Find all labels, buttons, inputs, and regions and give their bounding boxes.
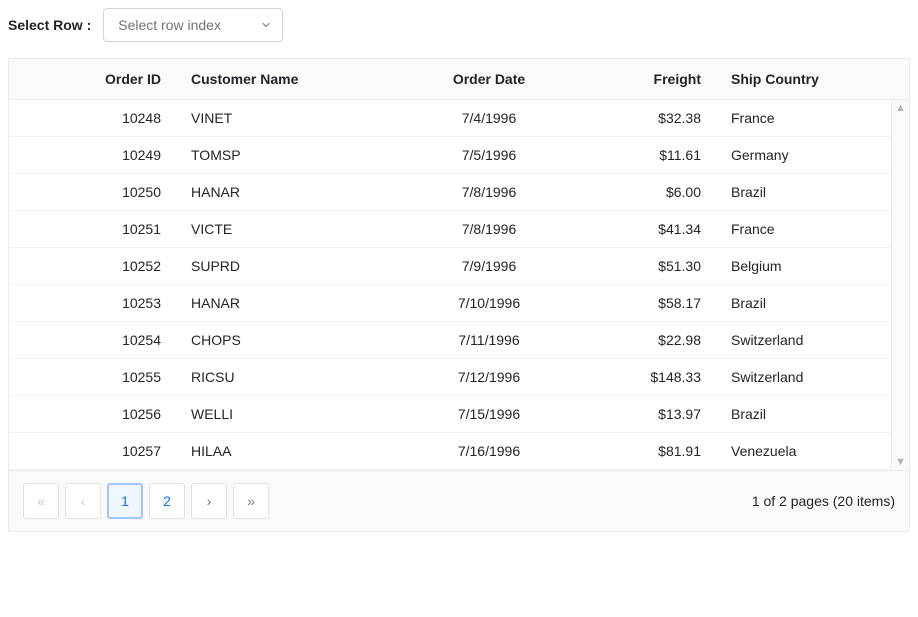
- pager-prev-button[interactable]: ‹: [65, 483, 101, 519]
- cell-customer: VICTE: [179, 211, 389, 248]
- cell-customer: HANAR: [179, 174, 389, 211]
- vertical-scrollbar[interactable]: ▲ ▼: [891, 100, 909, 470]
- dropdown-placeholder: Select row index: [118, 17, 221, 33]
- pager-page-2[interactable]: 2: [149, 483, 185, 519]
- table-row[interactable]: 10249TOMSP7/5/1996$11.61Germany: [9, 137, 891, 174]
- cell-freight: $51.30: [589, 248, 719, 285]
- cell-date: 7/11/1996: [389, 322, 589, 359]
- chevron-down-icon: [260, 19, 272, 31]
- cell-date: 7/10/1996: [389, 285, 589, 322]
- cell-country: Brazil: [719, 396, 891, 433]
- table-row[interactable]: 10251VICTE7/8/1996$41.34France: [9, 211, 891, 248]
- pager-page-1[interactable]: 1: [107, 483, 143, 519]
- cell-order: 10250: [9, 174, 179, 211]
- header-row: Order ID Customer Name Order Date Freigh…: [9, 59, 909, 100]
- cell-date: 7/16/1996: [389, 433, 589, 470]
- pager: « ‹ 1 2 › » 1 of 2 pages (20 items): [9, 470, 909, 531]
- cell-country: Switzerland: [719, 359, 891, 396]
- data-grid: Order ID Customer Name Order Date Freigh…: [8, 58, 910, 532]
- cell-date: 7/12/1996: [389, 359, 589, 396]
- col-header-freight[interactable]: Freight: [589, 59, 719, 100]
- cell-freight: $11.61: [589, 137, 719, 174]
- cell-country: Germany: [719, 137, 891, 174]
- cell-customer: WELLI: [179, 396, 389, 433]
- cell-date: 7/15/1996: [389, 396, 589, 433]
- cell-date: 7/8/1996: [389, 174, 589, 211]
- cell-freight: $81.91: [589, 433, 719, 470]
- cell-order: 10252: [9, 248, 179, 285]
- cell-date: 7/9/1996: [389, 248, 589, 285]
- row-index-dropdown[interactable]: Select row index: [103, 8, 283, 42]
- cell-country: Venezuela: [719, 433, 891, 470]
- pager-first-button[interactable]: «: [23, 483, 59, 519]
- cell-customer: TOMSP: [179, 137, 389, 174]
- cell-date: 7/8/1996: [389, 211, 589, 248]
- cell-freight: $58.17: [589, 285, 719, 322]
- col-header-country[interactable]: Ship Country: [719, 59, 891, 100]
- cell-country: Switzerland: [719, 322, 891, 359]
- select-row-label: Select Row :: [8, 17, 91, 33]
- cell-customer: HANAR: [179, 285, 389, 322]
- pager-info: 1 of 2 pages (20 items): [752, 493, 895, 509]
- table-row[interactable]: 10255RICSU7/12/1996$148.33Switzerland: [9, 359, 891, 396]
- cell-order: 10249: [9, 137, 179, 174]
- cell-customer: SUPRD: [179, 248, 389, 285]
- cell-customer: VINET: [179, 100, 389, 137]
- cell-order: 10251: [9, 211, 179, 248]
- table-row[interactable]: 10248VINET7/4/1996$32.38France: [9, 100, 891, 137]
- table-row[interactable]: 10250HANAR7/8/1996$6.00Brazil: [9, 174, 891, 211]
- cell-customer: CHOPS: [179, 322, 389, 359]
- cell-country: France: [719, 211, 891, 248]
- cell-order: 10256: [9, 396, 179, 433]
- pager-next-button[interactable]: ›: [191, 483, 227, 519]
- cell-freight: $13.97: [589, 396, 719, 433]
- table-row[interactable]: 10257HILAA7/16/1996$81.91Venezuela: [9, 433, 891, 470]
- cell-date: 7/5/1996: [389, 137, 589, 174]
- col-header-scroll: [891, 59, 909, 100]
- cell-country: Brazil: [719, 285, 891, 322]
- table-row[interactable]: 10252SUPRD7/9/1996$51.30Belgium: [9, 248, 891, 285]
- pager-last-button[interactable]: »: [233, 483, 269, 519]
- cell-country: Belgium: [719, 248, 891, 285]
- cell-order: 10253: [9, 285, 179, 322]
- cell-order: 10257: [9, 433, 179, 470]
- cell-freight: $22.98: [589, 322, 719, 359]
- cell-freight: $6.00: [589, 174, 719, 211]
- cell-customer: HILAA: [179, 433, 389, 470]
- cell-date: 7/4/1996: [389, 100, 589, 137]
- col-header-order[interactable]: Order ID: [9, 59, 179, 100]
- cell-order: 10254: [9, 322, 179, 359]
- cell-country: Brazil: [719, 174, 891, 211]
- cell-country: France: [719, 100, 891, 137]
- cell-freight: $32.38: [589, 100, 719, 137]
- cell-customer: RICSU: [179, 359, 389, 396]
- table-row[interactable]: 10253HANAR7/10/1996$58.17Brazil: [9, 285, 891, 322]
- scroll-down-icon[interactable]: ▼: [892, 454, 909, 470]
- table-row[interactable]: 10256WELLI7/15/1996$13.97Brazil: [9, 396, 891, 433]
- scroll-up-icon[interactable]: ▲: [892, 100, 909, 116]
- cell-freight: $41.34: [589, 211, 719, 248]
- table-row[interactable]: 10254CHOPS7/11/1996$22.98Switzerland: [9, 322, 891, 359]
- cell-order: 10255: [9, 359, 179, 396]
- cell-freight: $148.33: [589, 359, 719, 396]
- col-header-customer[interactable]: Customer Name: [179, 59, 389, 100]
- cell-order: 10248: [9, 100, 179, 137]
- col-header-date[interactable]: Order Date: [389, 59, 589, 100]
